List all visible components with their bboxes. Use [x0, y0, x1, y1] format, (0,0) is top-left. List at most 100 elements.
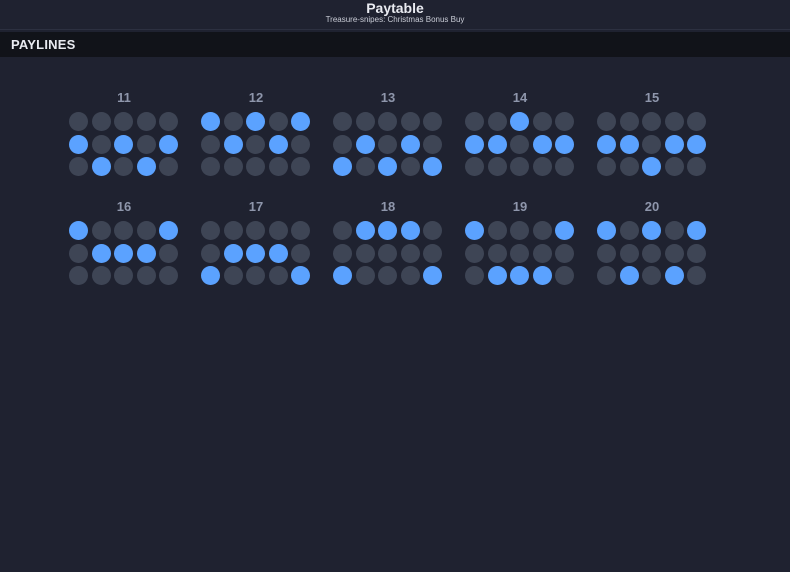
payline-cell-active	[465, 221, 484, 240]
payline-cell-inactive	[291, 244, 310, 263]
payline-cell-inactive	[356, 244, 375, 263]
payline-cell-active	[620, 266, 639, 285]
payline-cell-inactive	[465, 112, 484, 131]
payline-cell-active	[642, 221, 661, 240]
payline-cell-inactive	[378, 266, 397, 285]
payline-cell-inactive	[555, 244, 574, 263]
payline-15: 15	[597, 91, 717, 181]
payline-cell-active	[114, 135, 133, 154]
payline-number: 17	[248, 199, 264, 214]
payline-cell-inactive	[665, 244, 684, 263]
payline-number: 19	[512, 199, 528, 214]
payline-cell-active	[291, 266, 310, 285]
payline-cell-inactive	[510, 244, 529, 263]
payline-cell-inactive	[114, 266, 133, 285]
payline-cell-active	[291, 112, 310, 131]
payline-number: 15	[644, 90, 660, 105]
payline-cell-active	[333, 266, 352, 285]
payline-cell-inactive	[401, 112, 420, 131]
payline-cell-inactive	[510, 221, 529, 240]
payline-20: 20	[597, 200, 717, 290]
payline-cell-inactive	[224, 112, 243, 131]
payline-cell-inactive	[92, 221, 111, 240]
payline-cell-inactive	[665, 221, 684, 240]
payline-cell-inactive	[642, 135, 661, 154]
payline-cell-inactive	[114, 112, 133, 131]
payline-cell-inactive	[533, 112, 552, 131]
payline-cell-inactive	[269, 221, 288, 240]
payline-cell-active	[665, 135, 684, 154]
payline-cell-inactive	[510, 135, 529, 154]
payline-cell-active	[533, 135, 552, 154]
payline-cell-inactive	[246, 221, 265, 240]
payline-19: 19	[465, 200, 585, 290]
payline-cell-active	[92, 157, 111, 176]
payline-cell-inactive	[137, 112, 156, 131]
payline-number: 11	[117, 90, 131, 105]
payline-cell-active	[510, 112, 529, 131]
payline-cell-inactive	[356, 157, 375, 176]
payline-cell-inactive	[597, 266, 616, 285]
payline-cell-inactive	[92, 112, 111, 131]
payline-18: 18	[333, 200, 453, 290]
payline-cell-active	[246, 112, 265, 131]
payline-cell-inactive	[665, 112, 684, 131]
payline-cell-inactive	[488, 221, 507, 240]
payline-cell-inactive	[201, 244, 220, 263]
payline-cell-inactive	[533, 157, 552, 176]
payline-cell-active	[201, 112, 220, 131]
payline-cell-inactive	[92, 135, 111, 154]
payline-11: 11	[69, 91, 189, 181]
payline-cell-active	[137, 157, 156, 176]
payline-cell-active	[687, 221, 706, 240]
payline-cell-inactive	[687, 244, 706, 263]
payline-cell-active	[555, 221, 574, 240]
payline-cell-inactive	[423, 244, 442, 263]
payline-cell-inactive	[423, 112, 442, 131]
payline-cell-inactive	[333, 112, 352, 131]
payline-cell-active	[333, 157, 352, 176]
payline-cell-inactive	[291, 221, 310, 240]
payline-cell-active	[401, 135, 420, 154]
payline-cell-inactive	[356, 266, 375, 285]
payline-cell-active	[533, 266, 552, 285]
payline-cell-inactive	[620, 157, 639, 176]
payline-cell-inactive	[291, 135, 310, 154]
payline-cell-active	[269, 135, 288, 154]
payline-cell-inactive	[620, 221, 639, 240]
payline-cell-active	[597, 135, 616, 154]
payline-cell-active	[159, 135, 178, 154]
payline-14: 14	[465, 91, 585, 181]
payline-cell-active	[401, 221, 420, 240]
payline-cell-inactive	[401, 244, 420, 263]
payline-number: 20	[644, 199, 660, 214]
payline-cell-active	[665, 266, 684, 285]
payline-cell-inactive	[555, 157, 574, 176]
payline-cell-inactive	[114, 221, 133, 240]
payline-cell-inactive	[465, 244, 484, 263]
payline-cell-inactive	[665, 157, 684, 176]
payline-cell-inactive	[269, 266, 288, 285]
payline-cell-active	[269, 244, 288, 263]
payline-cell-inactive	[137, 266, 156, 285]
payline-cell-inactive	[533, 221, 552, 240]
payline-cell-inactive	[465, 266, 484, 285]
payline-cell-inactive	[465, 157, 484, 176]
payline-cell-active	[159, 221, 178, 240]
payline-cell-inactive	[224, 266, 243, 285]
payline-number: 12	[248, 90, 264, 105]
payline-cell-active	[69, 221, 88, 240]
payline-cell-inactive	[423, 135, 442, 154]
payline-cell-inactive	[642, 266, 661, 285]
payline-cell-inactive	[224, 157, 243, 176]
payline-cell-active	[488, 135, 507, 154]
payline-cell-inactive	[69, 266, 88, 285]
payline-cell-active	[224, 135, 243, 154]
payline-cell-active	[642, 157, 661, 176]
payline-cell-inactive	[510, 157, 529, 176]
payline-cell-active	[423, 266, 442, 285]
payline-number: 14	[512, 90, 528, 105]
payline-cell-inactive	[201, 135, 220, 154]
payline-cell-inactive	[269, 112, 288, 131]
payline-number: 18	[380, 199, 396, 214]
